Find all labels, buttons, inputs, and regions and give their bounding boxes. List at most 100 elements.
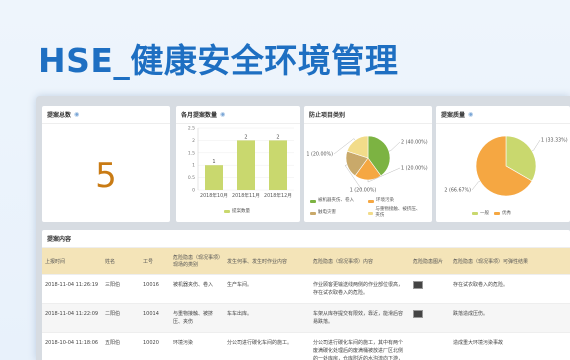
- x-tick-label: 2018年12月: [264, 192, 292, 199]
- cell-what: 分公司进行碳化车间的施工。: [224, 332, 310, 360]
- slice-label: 2 (40.00%): [401, 140, 428, 146]
- cell-content: 作业顾客更输送线两侧的作业部位很高，存在试衣取卷入的危险。: [310, 274, 410, 304]
- column-header[interactable]: 危险隐患（现况事项）可弹性结果: [450, 248, 570, 275]
- proposal-table: 上报时间 姓名 工号 危险隐患（现况事项）现场的类别 发生何事、发生时作业内容 …: [42, 248, 570, 360]
- cell-time: 2018-11-04 11:26:19: [42, 274, 102, 304]
- y-tick-label: 0.5: [188, 175, 195, 181]
- column-header[interactable]: 危险隐患（现况事项）内容: [310, 248, 410, 275]
- y-tick-label: 1.5: [188, 150, 195, 156]
- cell-time: 2018-11-04 11:22:09: [42, 303, 102, 333]
- cell-id: 10014: [140, 303, 170, 333]
- card-title: 防止项目类别: [309, 112, 346, 119]
- legend-label: 提案数量: [232, 209, 250, 214]
- cell-category: 与重物接触、被挤压、夹伤: [170, 303, 224, 333]
- category-pie-card: 防止项目类别 2 (40.00%) 1 (20.00%) 1 (20.00%) 1 (…: [304, 106, 432, 222]
- legend-swatch: [310, 199, 316, 203]
- y-tick-label: 1: [192, 163, 195, 169]
- legend-swatch: [224, 209, 230, 213]
- cell-id: 10020: [140, 332, 170, 360]
- table-row[interactable]: 2018-11-04 11:22:09 二阳伯 10014 与重物接触、被挤压、…: [42, 303, 570, 333]
- monthly-proposals-card: 各月提案数量 ◉ 0 0.5 1 1.5 2 2.5 1 2018年10月 2 2018年11月 2…: [176, 106, 300, 222]
- legend-label: 被机器夹伤、卷入: [318, 198, 354, 203]
- legend-label: 与重物接触、被挤压、夹伤: [375, 206, 421, 219]
- legend-swatch: [494, 211, 500, 215]
- eye-icon[interactable]: ◉: [468, 111, 473, 118]
- total-value: 5: [95, 156, 117, 196]
- column-header[interactable]: 姓名: [102, 248, 140, 275]
- leader-line: [390, 141, 401, 151]
- legend-swatch: [368, 199, 374, 203]
- total-proposals-card: 提案总数 ◉ 5: [42, 106, 170, 222]
- cell-content: 分公司进行碳化车间的施工，其中有两个废满碳化处理后的废满桶被放进厂区北侧的一处库…: [310, 332, 410, 360]
- legend-swatch: [310, 211, 316, 215]
- legend-label: 触电灾害: [318, 210, 336, 215]
- card-title: 提案内容: [47, 236, 72, 243]
- legend-swatch: [368, 211, 374, 215]
- category-pie-chart: 2 (40.00%) 1 (20.00%) 1 (20.00%) 1 (20.00%): [306, 135, 428, 194]
- hazard-image-thumbnail[interactable]: [413, 281, 423, 289]
- cell-category: 被机器夹伤、卷入: [170, 274, 224, 304]
- hazard-image-thumbnail[interactable]: [413, 310, 423, 318]
- dashboard-panel: 提案总数 ◉ 5 各月提案数量 ◉ 0 0.5 1 1.5 2 2.5 1 2018年10月 2…: [36, 96, 570, 360]
- cell-content: 车架从库存提交有限效，靠近，能滑后容易跌落。: [310, 303, 410, 333]
- cell-name: 五阳伯: [102, 332, 140, 360]
- card-title: 提案质量: [441, 112, 466, 119]
- legend-item[interactable]: 一般: [472, 210, 489, 216]
- slice-label: 1 (20.00%): [401, 166, 428, 172]
- cell-what: 生产车间。: [224, 274, 310, 304]
- bar: [237, 140, 255, 190]
- y-tick-label: 0: [192, 188, 195, 194]
- eye-icon[interactable]: ◉: [74, 111, 79, 118]
- category-legend: 被机器夹伤、卷入 环境污染触电灾害 与重物接触、被挤压、夹伤: [310, 198, 430, 220]
- table-header-row: 上报时间 姓名 工号 危险隐患（现况事项）现场的类别 发生何事、发生时作业内容 …: [42, 248, 570, 275]
- leader-line: [478, 180, 481, 183]
- page-title: HSE_健康安全环境管理: [38, 41, 399, 80]
- leader-line: [533, 139, 541, 151]
- legend-item[interactable]: 环境污染: [368, 198, 424, 205]
- leader-line: [531, 149, 534, 152]
- monthly-bar-chart: 0 0.5 1 1.5 2 2.5 1 2018年10月 2 2018年11月 2 2018年12月: [188, 126, 294, 199]
- legend-item[interactable]: 被机器夹伤、卷入: [310, 198, 366, 205]
- leader-line: [353, 138, 356, 141]
- quality-pie-card: 提案质量 ◉ 1 (33.33%) 2 (66.67%) 一般 优秀: [436, 106, 570, 222]
- column-header[interactable]: 上报时间: [42, 248, 102, 275]
- quality-legend: 一般 优秀: [472, 210, 516, 217]
- y-tick-label: 2: [192, 138, 195, 144]
- bar-value-label: 1: [212, 159, 215, 165]
- column-header[interactable]: 发生何事、发生时作业内容: [224, 248, 310, 275]
- slice-label: 1 (33.33%): [541, 138, 568, 144]
- column-header[interactable]: 危险隐患图片: [410, 248, 450, 275]
- legend-swatch: [472, 211, 478, 215]
- legend-item[interactable]: 优秀: [494, 210, 511, 216]
- table-row[interactable]: 2018-10-04 11:18:06 五阳伯 10020 环境污染 分公司进行…: [42, 332, 570, 360]
- x-tick-label: 2018年11月: [232, 192, 260, 199]
- card-title: 提案总数: [47, 112, 72, 119]
- slice-label: 1 (20.00%): [306, 152, 333, 158]
- legend-label: 优秀: [502, 211, 511, 216]
- cell-name: 三阳伯: [102, 274, 140, 304]
- quality-pie-chart: 1 (33.33%) 2 (66.67%): [444, 135, 568, 197]
- legend-label: 一般: [480, 211, 489, 216]
- table-row[interactable]: 2018-11-04 11:26:19 三阳伯 10016 被机器夹伤、卷入 生…: [42, 274, 570, 304]
- cell-result: 存在试衣取卷入的危险。: [450, 274, 570, 304]
- legend-item[interactable]: 触电灾害: [310, 210, 366, 217]
- column-header[interactable]: 工号: [140, 248, 170, 275]
- bar-legend: 提案数量: [224, 208, 255, 215]
- proposal-table-card: 提案内容 上报时间 姓名 工号 危险隐患（现况事项）现场的类别 发生何事、发生时…: [42, 230, 570, 360]
- legend-item[interactable]: 与重物接触、被挤压、夹伤: [368, 207, 424, 221]
- card-title: 各月提案数量: [181, 112, 218, 119]
- slice-label: 2 (66.67%): [444, 188, 471, 194]
- cell-category: 环境污染: [170, 332, 224, 360]
- cell-result: 跌落造成压伤。: [450, 303, 570, 333]
- bar: [205, 165, 223, 190]
- cell-result: 造成重大环境污染事故: [450, 332, 570, 360]
- column-header[interactable]: 危险隐患（现况事项）现场的类别: [170, 248, 224, 275]
- cell-name: 二阳伯: [102, 303, 140, 333]
- legend-label: 环境污染: [376, 198, 394, 203]
- eye-icon[interactable]: ◉: [220, 111, 225, 118]
- cell-time: 2018-10-04 11:18:06: [42, 332, 102, 360]
- y-tick-label: 2.5: [188, 126, 195, 132]
- bar-value-label: 2: [276, 134, 279, 140]
- slice-label: 1 (20.00%): [350, 188, 377, 194]
- cell-what: 车车出库。: [224, 303, 310, 333]
